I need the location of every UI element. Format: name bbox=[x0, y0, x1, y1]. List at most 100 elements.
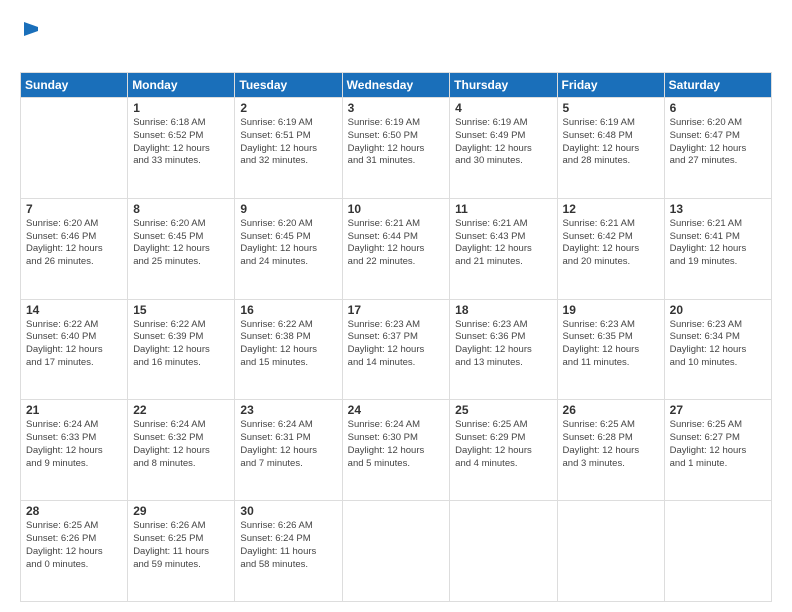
day-info: Sunrise: 6:24 AM Sunset: 6:31 PM Dayligh… bbox=[240, 419, 336, 470]
logo-triangle-icon bbox=[22, 20, 40, 38]
day-number: 29 bbox=[133, 504, 229, 518]
calendar-cell: 11 Sunrise: 6:21 AM Sunset: 6:43 PM Dayli… bbox=[450, 198, 557, 299]
day-number: 24 bbox=[348, 403, 445, 417]
day-number: 10 bbox=[348, 202, 445, 216]
calendar-cell: 23 Sunrise: 6:24 AM Sunset: 6:31 PM Dayli… bbox=[235, 400, 342, 501]
calendar-cell: 7Sunrise: 6:20 AM Sunset: 6:46 PM Daylig… bbox=[21, 198, 128, 299]
calendar-table: SundayMondayTuesdayWednesdayThursdayFrid… bbox=[20, 72, 772, 602]
calendar-week-2: 7Sunrise: 6:20 AM Sunset: 6:46 PM Daylig… bbox=[21, 198, 772, 299]
day-info: Sunrise: 6:22 AM Sunset: 6:39 PM Dayligh… bbox=[133, 319, 229, 370]
calendar-header-saturday: Saturday bbox=[664, 73, 771, 98]
calendar-header-monday: Monday bbox=[128, 73, 235, 98]
day-number: 8 bbox=[133, 202, 229, 216]
day-info: Sunrise: 6:22 AM Sunset: 6:40 PM Dayligh… bbox=[26, 319, 122, 370]
day-info: Sunrise: 6:23 AM Sunset: 6:36 PM Dayligh… bbox=[455, 319, 551, 370]
calendar-cell: 10 Sunrise: 6:21 AM Sunset: 6:44 PM Dayli… bbox=[342, 198, 450, 299]
day-number: 20 bbox=[670, 303, 766, 317]
day-number: 18 bbox=[455, 303, 551, 317]
day-number: 16 bbox=[240, 303, 336, 317]
day-info: Sunrise: 6:24 AM Sunset: 6:33 PM Dayligh… bbox=[26, 419, 122, 470]
day-number: 4 bbox=[455, 101, 551, 115]
day-info: Sunrise: 6:23 AM Sunset: 6:34 PM Dayligh… bbox=[670, 319, 766, 370]
calendar-cell: 5Sunrise: 6:19 AM Sunset: 6:48 PM Daylig… bbox=[557, 98, 664, 199]
day-info: Sunrise: 6:23 AM Sunset: 6:37 PM Dayligh… bbox=[348, 319, 445, 370]
day-info: Sunrise: 6:19 AM Sunset: 6:48 PM Dayligh… bbox=[563, 117, 659, 168]
day-info: Sunrise: 6:20 AM Sunset: 6:47 PM Dayligh… bbox=[670, 117, 766, 168]
day-number: 11 bbox=[455, 202, 551, 216]
calendar-cell bbox=[557, 501, 664, 602]
calendar-week-3: 14 Sunrise: 6:22 AM Sunset: 6:40 PM Dayli… bbox=[21, 299, 772, 400]
day-number: 3 bbox=[348, 101, 445, 115]
calendar-cell: 15 Sunrise: 6:22 AM Sunset: 6:39 PM Dayli… bbox=[128, 299, 235, 400]
calendar-cell: 27 Sunrise: 6:25 AM Sunset: 6:27 PM Dayli… bbox=[664, 400, 771, 501]
day-number: 19 bbox=[563, 303, 659, 317]
calendar-cell: 14 Sunrise: 6:22 AM Sunset: 6:40 PM Dayli… bbox=[21, 299, 128, 400]
calendar-header-wednesday: Wednesday bbox=[342, 73, 450, 98]
calendar-cell: 2 Sunrise: 6:19 AM Sunset: 6:51 PM Daylig… bbox=[235, 98, 342, 199]
day-info: Sunrise: 6:19 AM Sunset: 6:51 PM Dayligh… bbox=[240, 117, 336, 168]
day-number: 14 bbox=[26, 303, 122, 317]
calendar-cell: 1Sunrise: 6:18 AM Sunset: 6:52 PM Daylig… bbox=[128, 98, 235, 199]
day-number: 23 bbox=[240, 403, 336, 417]
calendar-week-5: 28Sunrise: 6:25 AM Sunset: 6:26 PM Dayli… bbox=[21, 501, 772, 602]
calendar-cell: 25 Sunrise: 6:25 AM Sunset: 6:29 PM Dayli… bbox=[450, 400, 557, 501]
day-number: 25 bbox=[455, 403, 551, 417]
calendar-cell bbox=[21, 98, 128, 199]
day-info: Sunrise: 6:21 AM Sunset: 6:41 PM Dayligh… bbox=[670, 218, 766, 269]
day-info: Sunrise: 6:21 AM Sunset: 6:43 PM Dayligh… bbox=[455, 218, 551, 269]
calendar-week-1: 1Sunrise: 6:18 AM Sunset: 6:52 PM Daylig… bbox=[21, 98, 772, 199]
calendar-cell: 20 Sunrise: 6:23 AM Sunset: 6:34 PM Dayli… bbox=[664, 299, 771, 400]
day-number: 30 bbox=[240, 504, 336, 518]
day-info: Sunrise: 6:19 AM Sunset: 6:50 PM Dayligh… bbox=[348, 117, 445, 168]
calendar-header-tuesday: Tuesday bbox=[235, 73, 342, 98]
day-number: 17 bbox=[348, 303, 445, 317]
day-info: Sunrise: 6:22 AM Sunset: 6:38 PM Dayligh… bbox=[240, 319, 336, 370]
calendar-cell: 26Sunrise: 6:25 AM Sunset: 6:28 PM Dayli… bbox=[557, 400, 664, 501]
day-number: 22 bbox=[133, 403, 229, 417]
day-info: Sunrise: 6:20 AM Sunset: 6:45 PM Dayligh… bbox=[240, 218, 336, 269]
day-info: Sunrise: 6:23 AM Sunset: 6:35 PM Dayligh… bbox=[563, 319, 659, 370]
day-info: Sunrise: 6:21 AM Sunset: 6:44 PM Dayligh… bbox=[348, 218, 445, 269]
day-number: 2 bbox=[240, 101, 336, 115]
calendar-header-thursday: Thursday bbox=[450, 73, 557, 98]
day-number: 13 bbox=[670, 202, 766, 216]
calendar-cell: 19 Sunrise: 6:23 AM Sunset: 6:35 PM Dayli… bbox=[557, 299, 664, 400]
calendar-cell: 29 Sunrise: 6:26 AM Sunset: 6:25 PM Dayli… bbox=[128, 501, 235, 602]
day-info: Sunrise: 6:25 AM Sunset: 6:27 PM Dayligh… bbox=[670, 419, 766, 470]
day-number: 6 bbox=[670, 101, 766, 115]
day-number: 26 bbox=[563, 403, 659, 417]
calendar-cell: 3 Sunrise: 6:19 AM Sunset: 6:50 PM Daylig… bbox=[342, 98, 450, 199]
calendar-cell: 30 Sunrise: 6:26 AM Sunset: 6:24 PM Dayli… bbox=[235, 501, 342, 602]
calendar-cell: 17 Sunrise: 6:23 AM Sunset: 6:37 PM Dayli… bbox=[342, 299, 450, 400]
day-info: Sunrise: 6:24 AM Sunset: 6:30 PM Dayligh… bbox=[348, 419, 445, 470]
day-number: 9 bbox=[240, 202, 336, 216]
calendar-cell: 12 Sunrise: 6:21 AM Sunset: 6:42 PM Dayli… bbox=[557, 198, 664, 299]
calendar-cell bbox=[342, 501, 450, 602]
day-info: Sunrise: 6:20 AM Sunset: 6:45 PM Dayligh… bbox=[133, 218, 229, 269]
calendar-header-friday: Friday bbox=[557, 73, 664, 98]
calendar-week-4: 21 Sunrise: 6:24 AM Sunset: 6:33 PM Dayli… bbox=[21, 400, 772, 501]
calendar-cell bbox=[450, 501, 557, 602]
calendar-cell: 28Sunrise: 6:25 AM Sunset: 6:26 PM Dayli… bbox=[21, 501, 128, 602]
day-number: 7 bbox=[26, 202, 122, 216]
day-number: 21 bbox=[26, 403, 122, 417]
calendar-cell: 21 Sunrise: 6:24 AM Sunset: 6:33 PM Dayli… bbox=[21, 400, 128, 501]
calendar-cell: 16 Sunrise: 6:22 AM Sunset: 6:38 PM Dayli… bbox=[235, 299, 342, 400]
calendar-header-row: SundayMondayTuesdayWednesdayThursdayFrid… bbox=[21, 73, 772, 98]
day-info: Sunrise: 6:26 AM Sunset: 6:24 PM Dayligh… bbox=[240, 520, 336, 571]
day-info: Sunrise: 6:19 AM Sunset: 6:49 PM Dayligh… bbox=[455, 117, 551, 168]
calendar-cell: 13 Sunrise: 6:21 AM Sunset: 6:41 PM Dayli… bbox=[664, 198, 771, 299]
calendar-cell: 9 Sunrise: 6:20 AM Sunset: 6:45 PM Daylig… bbox=[235, 198, 342, 299]
day-info: Sunrise: 6:18 AM Sunset: 6:52 PM Dayligh… bbox=[133, 117, 229, 168]
day-info: Sunrise: 6:26 AM Sunset: 6:25 PM Dayligh… bbox=[133, 520, 229, 571]
calendar-cell: 22Sunrise: 6:24 AM Sunset: 6:32 PM Dayli… bbox=[128, 400, 235, 501]
day-info: Sunrise: 6:25 AM Sunset: 6:29 PM Dayligh… bbox=[455, 419, 551, 470]
day-number: 15 bbox=[133, 303, 229, 317]
day-number: 27 bbox=[670, 403, 766, 417]
day-number: 12 bbox=[563, 202, 659, 216]
calendar-cell: 18 Sunrise: 6:23 AM Sunset: 6:36 PM Dayli… bbox=[450, 299, 557, 400]
day-info: Sunrise: 6:21 AM Sunset: 6:42 PM Dayligh… bbox=[563, 218, 659, 269]
calendar-header-sunday: Sunday bbox=[21, 73, 128, 98]
calendar-cell: 4 Sunrise: 6:19 AM Sunset: 6:49 PM Daylig… bbox=[450, 98, 557, 199]
day-number: 28 bbox=[26, 504, 122, 518]
